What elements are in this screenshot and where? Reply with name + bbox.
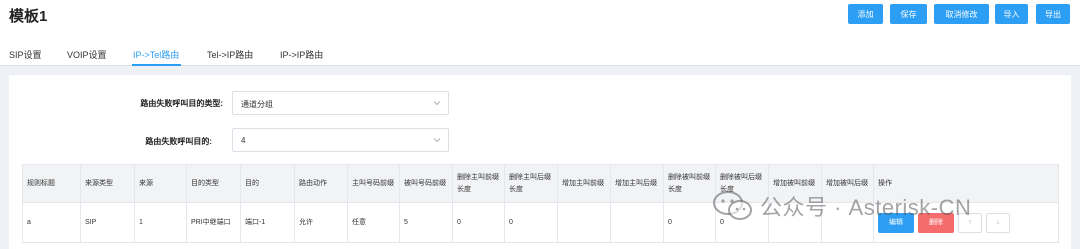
tab-ip-to-ip-route[interactable]: IP->IP路由 xyxy=(280,48,323,61)
col-header: 来源 xyxy=(134,164,187,203)
table-row: a SIP 1 PRI中继端口 端口-1 允许 任意 5 0 0 0 0 编辑删… xyxy=(22,202,1059,243)
table-cell: 0 xyxy=(452,202,505,243)
tab-ip-to-tel-route[interactable]: IP->Tel路由 xyxy=(133,48,179,61)
col-header: 主叫号码前缀 xyxy=(347,164,400,203)
col-header: 删除被叫后缀长度 xyxy=(715,164,769,203)
top-bar: 模板1 添加 保存 取消修改 导入 导出 xyxy=(0,0,1080,42)
table-cell: 0 xyxy=(715,202,769,243)
delete-button[interactable]: 删除 xyxy=(918,212,954,233)
table-cell: PRI中继端口 xyxy=(186,202,241,243)
fail-type-label: 路由失败呼叫目的类型: xyxy=(140,99,223,108)
tab-voip-settings[interactable]: VOIP设置 xyxy=(67,48,107,61)
col-header: 增加主叫后缀 xyxy=(610,164,664,203)
col-header: 来源类型 xyxy=(80,164,135,203)
add-button[interactable]: 添加 xyxy=(848,4,883,24)
table-cell: 允许 xyxy=(294,202,348,243)
table-cell: 0 xyxy=(504,202,558,243)
col-header: 删除主叫前缀长度 xyxy=(452,164,505,203)
tab-sip-settings[interactable]: SIP设置 xyxy=(9,48,42,61)
col-header-actions: 操作 xyxy=(873,164,1059,203)
table-cell: a xyxy=(22,202,81,243)
fail-type-select[interactable]: 通道分组 xyxy=(232,91,449,115)
tab-bar: SIP设置 VOIP设置 IP->Tel路由 Tel->IP路由 IP->IP路… xyxy=(0,42,1080,66)
col-header: 目的类型 xyxy=(186,164,241,203)
col-header: 目的 xyxy=(240,164,295,203)
cancel-changes-button[interactable]: 取消修改 xyxy=(934,4,989,24)
route-rules-table: 规则标题 来源类型 来源 目的类型 目的 路由动作 主叫号码前缀 被叫号码前缀 … xyxy=(22,164,1059,243)
chevron-down-icon xyxy=(433,138,441,143)
col-header: 增加被叫后缀 xyxy=(821,164,874,203)
table-cell: 1 xyxy=(134,202,187,243)
col-header: 删除主叫后缀长度 xyxy=(504,164,558,203)
col-header: 路由动作 xyxy=(294,164,348,203)
fail-target-label: 路由失败呼叫目的: xyxy=(145,137,212,146)
col-header: 被叫号码前缀 xyxy=(399,164,453,203)
fail-target-value: 4 xyxy=(241,136,246,145)
table-cell xyxy=(821,202,874,243)
table-cell: 任意 xyxy=(347,202,400,243)
table-cell: 端口-1 xyxy=(240,202,295,243)
chevron-down-icon xyxy=(433,101,441,106)
table-cell: 0 xyxy=(663,202,716,243)
import-button[interactable]: 导入 xyxy=(995,4,1028,24)
actions-cell: 编辑 删除 ↑ ↓ xyxy=(873,202,1059,243)
table-cell xyxy=(610,202,664,243)
move-down-button[interactable]: ↓ xyxy=(986,212,1010,233)
active-tab-indicator xyxy=(132,64,181,66)
save-button[interactable]: 保存 xyxy=(890,4,927,24)
edit-button[interactable]: 编辑 xyxy=(878,212,914,233)
table-header-row: 规则标题 来源类型 来源 目的类型 目的 路由动作 主叫号码前缀 被叫号码前缀 … xyxy=(22,164,1059,203)
table-cell xyxy=(768,202,822,243)
table-cell xyxy=(557,202,611,243)
table-cell: SIP xyxy=(80,202,135,243)
col-header: 增加主叫前缀 xyxy=(557,164,611,203)
fail-type-value: 通道分组 xyxy=(241,100,273,109)
col-header: 规则标题 xyxy=(22,164,81,203)
export-button[interactable]: 导出 xyxy=(1036,4,1070,24)
fail-target-select[interactable]: 4 xyxy=(232,128,449,152)
table-cell: 5 xyxy=(399,202,453,243)
col-header: 删除被叫前缀长度 xyxy=(663,164,716,203)
col-header: 增加被叫前缀 xyxy=(768,164,822,203)
move-up-button[interactable]: ↑ xyxy=(958,212,982,233)
page-title: 模板1 xyxy=(9,8,48,25)
tab-tel-to-ip-route[interactable]: Tel->IP路由 xyxy=(207,48,253,61)
